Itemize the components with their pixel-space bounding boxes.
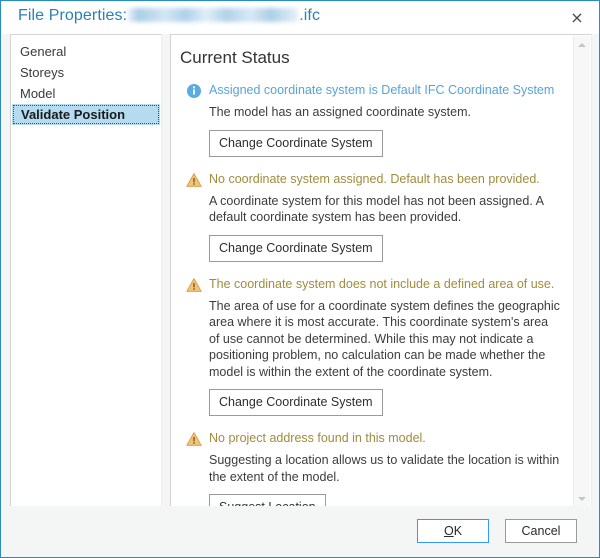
status-body: The model has an assigned coordinate sys… (209, 104, 561, 121)
status-list: Current Status Assigned coordinate syste… (171, 35, 574, 506)
status-item: No project address found in this model. … (180, 430, 568, 506)
panel-title: Current Status (180, 48, 568, 68)
status-body: The area of use for a coordinate system … (209, 298, 561, 381)
file-properties-dialog: File Properties: .ifc × General Storeys M… (0, 0, 600, 558)
vertical-scrollbar[interactable] (573, 36, 590, 507)
status-item: The coordinate system does not include a… (180, 276, 568, 417)
sidebar-item-general[interactable]: General (11, 41, 161, 62)
status-heading: No project address found in this model. (209, 430, 568, 447)
sidebar-item-validate-position[interactable]: Validate Position (12, 104, 160, 125)
warning-icon (186, 431, 202, 447)
title-bar: File Properties: .ifc × (2, 2, 600, 34)
redacted-filename (128, 8, 298, 22)
status-item: No coordinate system assigned. Default h… (180, 171, 568, 262)
change-coordinate-system-button[interactable]: Change Coordinate System (209, 389, 383, 416)
chevron-down-icon[interactable] (574, 490, 590, 507)
dialog-footer: OK Cancel (2, 506, 598, 556)
cancel-button[interactable]: Cancel (505, 519, 577, 543)
title-suffix: .ifc (299, 7, 320, 24)
ok-label-rest: K (454, 524, 462, 538)
page-title: File Properties: .ifc (18, 7, 320, 25)
sidebar-item-storeys[interactable]: Storeys (11, 62, 161, 83)
change-coordinate-system-button[interactable]: Change Coordinate System (209, 130, 383, 157)
title-prefix: File Properties: (18, 7, 127, 24)
close-icon[interactable]: × (556, 4, 598, 32)
sidebar-item-model[interactable]: Model (11, 83, 161, 104)
sidebar: General Storeys Model Validate Position (10, 34, 162, 507)
status-body: A coordinate system for this model has n… (209, 193, 561, 226)
status-body: Suggesting a location allows us to valid… (209, 452, 561, 485)
ok-button[interactable]: OK (417, 519, 489, 543)
ok-accelerator: O (444, 524, 454, 538)
info-icon (186, 83, 202, 99)
suggest-location-button[interactable]: Suggest Location (209, 494, 326, 506)
status-heading: The coordinate system does not include a… (209, 276, 568, 293)
warning-icon (186, 277, 202, 293)
warning-icon (186, 172, 202, 188)
content-panel: Current Status Assigned coordinate syste… (170, 34, 592, 507)
status-heading: No coordinate system assigned. Default h… (209, 171, 568, 188)
status-item: Assigned coordinate system is Default IF… (180, 82, 568, 157)
chevron-up-icon[interactable] (574, 36, 590, 53)
status-heading: Assigned coordinate system is Default IF… (209, 82, 568, 99)
change-coordinate-system-button[interactable]: Change Coordinate System (209, 235, 383, 262)
